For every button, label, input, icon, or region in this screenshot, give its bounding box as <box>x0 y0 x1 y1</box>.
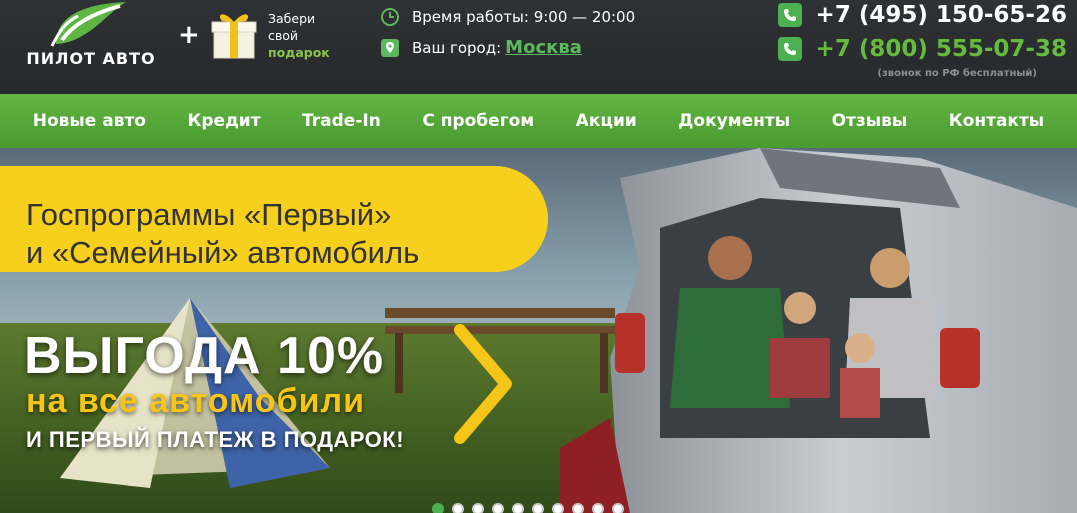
site-header: ПИЛОТ АВТО + Забери свой подарок Время р… <box>0 0 1077 94</box>
gift-icon[interactable] <box>210 10 258 60</box>
promo-title: Госпрограммы «Первый» и «Семейный» автом… <box>26 196 526 272</box>
phone-moscow[interactable]: +7 (495) 150-65-26 <box>777 2 1067 28</box>
nav-reviews[interactable]: Отзывы <box>832 111 908 131</box>
city-link[interactable]: Москва <box>505 37 582 58</box>
slider-dot[interactable] <box>572 503 584 513</box>
nav-trade-in[interactable]: Trade-In <box>302 111 381 131</box>
logo[interactable]: ПИЛОТ АВТО <box>10 0 172 74</box>
slider-dot[interactable] <box>612 503 624 513</box>
slider-dot[interactable] <box>432 503 444 513</box>
nav-promotions[interactable]: Акции <box>576 111 637 131</box>
slider-dot[interactable] <box>472 503 484 513</box>
city-selector: Ваш город: Москва <box>380 37 582 58</box>
nav-credit[interactable]: Кредит <box>187 111 260 131</box>
phone-free[interactable]: +7 (800) 555-07-38 <box>777 36 1067 62</box>
phone-icon <box>777 37 802 61</box>
gift-line-1: Забери <box>268 11 316 26</box>
slider-dot[interactable] <box>592 503 604 513</box>
nav-used-cars[interactable]: С пробегом <box>422 111 534 131</box>
promo-banner[interactable]: Госпрограммы «Первый» и «Семейный» автом… <box>0 166 548 272</box>
nav-documents[interactable]: Документы <box>678 111 790 131</box>
slider-dot[interactable] <box>552 503 564 513</box>
slider-dot[interactable] <box>532 503 544 513</box>
working-hours-text: Время работы: 9:00 — 20:00 <box>412 8 636 26</box>
gift-line-2: свой <box>268 28 299 43</box>
phone-note: (звонок по РФ бесплатный) <box>877 68 1037 79</box>
gift-line-3: подарок <box>268 45 330 60</box>
chevron-right-icon[interactable] <box>452 324 514 444</box>
city-label: Ваш город: <box>412 38 502 57</box>
benefit-subheadline: на все автомобили <box>26 382 365 420</box>
logo-text: ПИЛОТ АВТО <box>26 49 156 68</box>
working-hours: Время работы: 9:00 — 20:00 <box>380 7 635 27</box>
location-pin-icon <box>381 38 399 57</box>
phone-number-2: +7 (800) 555-07-38 <box>815 36 1067 62</box>
main-nav: Новые авто Кредит Trade-In С пробегом Ак… <box>0 94 1077 148</box>
promo-title-line-2: и «Семейный» автомобиль <box>26 235 420 270</box>
plus-sign: + <box>178 20 200 50</box>
phone-number-1: +7 (495) 150-65-26 <box>815 2 1067 28</box>
clock-icon <box>381 8 399 26</box>
benefit-headline: ВЫГОДА 10% <box>24 327 385 385</box>
slider-dots <box>432 503 624 513</box>
slider-dot[interactable] <box>452 503 464 513</box>
benefit-caption: И ПЕРВЫЙ ПЛАТЕЖ В ПОДАРОК! <box>26 427 405 452</box>
nav-new-cars[interactable]: Новые авто <box>33 111 146 131</box>
phone-icon <box>777 3 802 27</box>
slider-dot[interactable] <box>492 503 504 513</box>
nav-contacts[interactable]: Контакты <box>949 111 1044 131</box>
hero-slider: Госпрограммы «Первый» и «Семейный» автом… <box>0 148 1077 513</box>
promo-title-line-1: Госпрограммы «Первый» <box>26 197 392 232</box>
slider-dot[interactable] <box>512 503 524 513</box>
gift-offer-link[interactable]: Забери свой подарок <box>268 10 330 61</box>
leaf-logo-icon <box>50 2 126 47</box>
